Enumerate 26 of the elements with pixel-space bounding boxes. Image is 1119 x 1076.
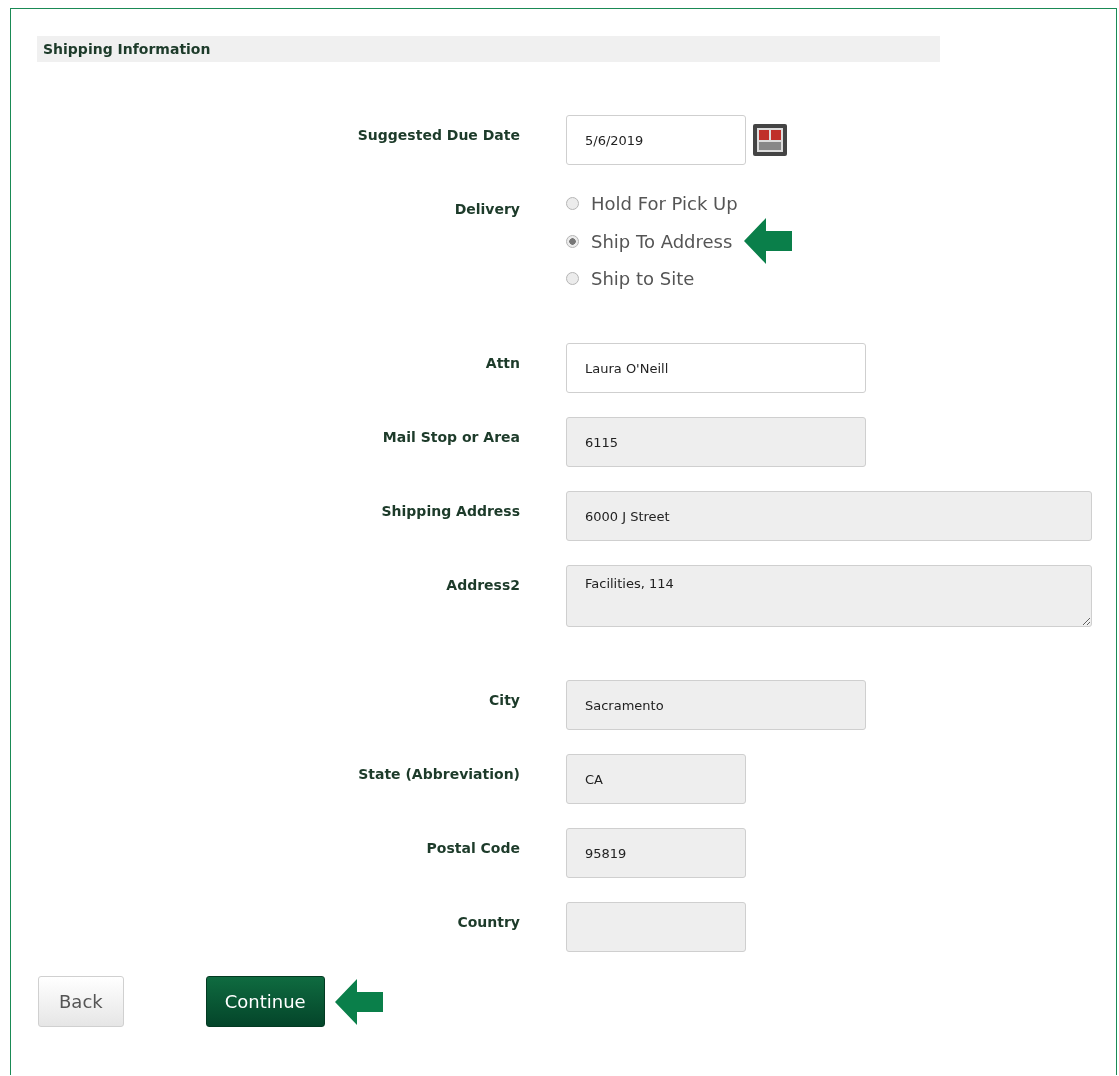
field-label: Mail Stop or Area — [382, 429, 520, 445]
back-button[interactable]: Back — [38, 976, 124, 1027]
text-field[interactable] — [566, 902, 746, 952]
text-field[interactable]: Sacramento — [566, 680, 866, 730]
field-label: Postal Code — [426, 840, 520, 856]
radio-option[interactable]: Ship to Site — [566, 268, 695, 289]
radio-option[interactable]: Ship To Address — [566, 230, 733, 252]
field-label: City — [489, 692, 520, 708]
text-field[interactable]: Laura O'Neill — [566, 343, 866, 393]
field-label: Address2 — [446, 577, 520, 593]
radio-option[interactable]: Hold For Pick Up — [566, 193, 738, 214]
text-field[interactable]: 95819 — [566, 828, 746, 878]
field-label: Country — [457, 914, 520, 930]
field-label: Attn — [485, 355, 520, 371]
text-field[interactable]: 6115 — [566, 417, 866, 467]
text-field[interactable]: 6000 J Street — [566, 491, 1092, 541]
date-field[interactable]: 5/6/2019 — [566, 115, 746, 165]
calendar-icon[interactable] — [752, 123, 788, 157]
field-label: State (Abbreviation) — [358, 766, 520, 782]
field-label: Suggested Due Date — [357, 127, 520, 143]
text-area[interactable]: Facilities, 114 — [566, 565, 1092, 627]
section-title: Shipping Information — [43, 41, 211, 57]
text-field[interactable]: CA — [566, 754, 746, 804]
field-label: Delivery — [454, 201, 520, 217]
continue-button[interactable]: Continue — [205, 976, 325, 1027]
field-label: Shipping Address — [381, 503, 520, 519]
